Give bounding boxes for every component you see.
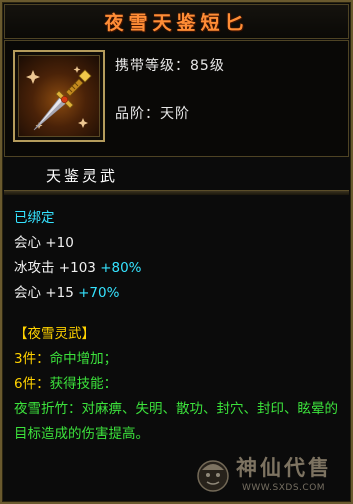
set-tier-effect: 命中增加； [49, 351, 118, 367]
item-grade-label: 品阶： [115, 106, 160, 122]
carry-level-value: 85级 [190, 58, 225, 74]
stat-base: +103 [58, 260, 96, 276]
watermark-url: WWW.SXDS.COM [242, 483, 326, 493]
item-grade-value: 天阶 [160, 106, 190, 122]
item-icon-frame [13, 50, 105, 142]
item-header-panel: 携带等级：85级 品阶：天阶 [4, 40, 349, 157]
carry-level: 携带等级：85级 [115, 55, 225, 75]
dagger-icon [18, 55, 100, 137]
stat-base: +10 [45, 235, 74, 251]
set-tier: 3件：命中增加； [14, 347, 344, 372]
set-tier-count: 3件： [14, 351, 50, 367]
stat-line: 冰攻击 +103 +80% [14, 256, 344, 281]
title-bar: 夜雪天鉴短匕 [4, 4, 349, 39]
set-tier-effect: 获得技能： [49, 376, 118, 392]
bound-status: 已绑定 [14, 210, 55, 226]
stat-line: 会心 +15 +70% [14, 281, 344, 306]
section-divider [4, 190, 349, 195]
item-subtitle: 天鉴灵武 [46, 167, 119, 185]
stat-base: +15 [45, 285, 74, 301]
carry-level-label: 携带等级： [115, 58, 190, 74]
item-tooltip: 夜雪天鉴短匕 携带等级：85级 品阶：天阶 天鉴灵武 已绑定 会心 +10 冰攻… [0, 0, 353, 504]
item-grade: 品阶：天阶 [115, 103, 190, 123]
set-tier: 6件：获得技能： [14, 372, 344, 397]
stat-name: 会心 [14, 235, 41, 251]
stat-name: 冰攻击 [14, 260, 55, 276]
stat-line: 会心 +10 [14, 231, 344, 256]
stats-section: 已绑定 会心 +10 冰攻击 +103 +80% 会心 +15 +70% 【夜雪… [14, 206, 344, 447]
mascot-logo-icon [197, 460, 229, 492]
stat-bonus: +70% [78, 285, 120, 301]
stat-bonus: +80% [100, 260, 142, 276]
set-tier-count: 6件： [14, 376, 50, 392]
set-skill-description: 夜雪折竹：对麻痹、失明、散功、封穴、封印、眩晕的目标造成的伤害提高。 [14, 401, 338, 442]
item-name: 夜雪天鉴短匕 [104, 12, 249, 34]
stat-name: 会心 [14, 285, 41, 301]
watermark-brand: 神仙代售 [236, 455, 332, 480]
set-title: 【夜雪灵武】 [14, 326, 95, 342]
watermark: 神仙代售 WWW.SXDS.COM [194, 450, 349, 502]
